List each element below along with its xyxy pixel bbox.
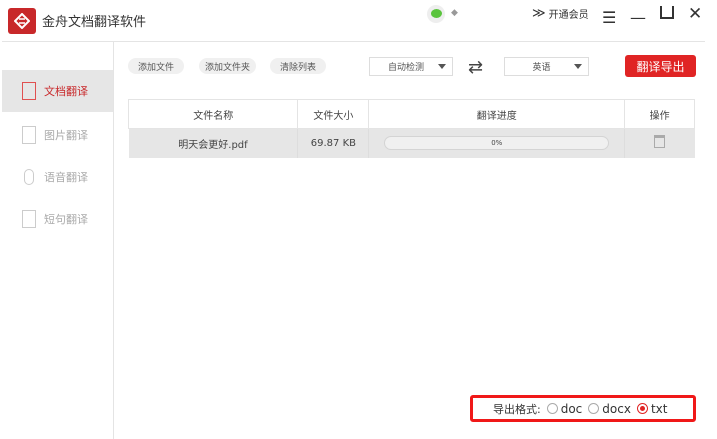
chevron-down-icon bbox=[438, 64, 446, 69]
column-header: 操作 bbox=[624, 99, 695, 129]
target-language-value: 英语 bbox=[532, 63, 551, 73]
sidebar-item-label: 图片翻译 bbox=[44, 129, 88, 142]
export-format-label: 导出格式: bbox=[493, 402, 541, 416]
table-row[interactable]: 明天会更好.pdf 69.87 KB 0% bbox=[128, 128, 695, 158]
column-header: 翻译进度 bbox=[368, 99, 626, 129]
radio-icon bbox=[588, 403, 600, 414]
image-icon bbox=[22, 126, 36, 144]
progress-text: 0% bbox=[491, 139, 503, 148]
column-header: 文件名称 bbox=[127, 99, 299, 129]
divider bbox=[113, 42, 114, 439]
sidebar-item-label: 短句翻译 bbox=[44, 213, 88, 226]
add-folder-button[interactable]: 添加文件夹 bbox=[199, 58, 256, 74]
member-label: 开通会员 bbox=[548, 10, 589, 21]
diamond-icon[interactable]: ◆ bbox=[451, 8, 458, 18]
file-table: 文件名称 文件大小 翻译进度 操作 明天会更好.pdf 69.87 KB 0% bbox=[127, 99, 695, 158]
document-icon bbox=[22, 82, 36, 100]
format-radio-doc[interactable]: doc bbox=[546, 401, 583, 416]
sidebar-item-doc-translate[interactable]: 文档翻译 bbox=[2, 70, 113, 112]
sidebar-item-label: 文档翻译 bbox=[44, 85, 88, 98]
app-logo bbox=[8, 8, 36, 34]
column-header: 文件大小 bbox=[297, 99, 370, 129]
close-button[interactable]: ✕ bbox=[688, 4, 702, 24]
radio-label: docx bbox=[602, 401, 631, 416]
export-format-group: 导出格式: doc docx txt bbox=[470, 395, 696, 422]
chevron-down-icon bbox=[574, 64, 582, 69]
add-file-button[interactable]: 添加文件 bbox=[128, 58, 184, 74]
trash-icon[interactable] bbox=[654, 135, 666, 149]
radio-label: doc bbox=[560, 401, 583, 416]
radio-icon bbox=[546, 403, 558, 414]
target-language-select[interactable]: 英语 bbox=[504, 57, 589, 76]
file-name: 明天会更好.pdf bbox=[128, 128, 299, 158]
source-language-select[interactable]: 自动检测 bbox=[369, 57, 453, 76]
radio-label: txt bbox=[650, 401, 668, 416]
sidebar-item-sentence-translate[interactable]: 短句翻译 bbox=[2, 198, 113, 240]
microphone-icon bbox=[24, 169, 34, 185]
text-icon bbox=[22, 210, 36, 228]
swap-languages-icon[interactable]: ⇄ bbox=[468, 57, 483, 78]
file-size: 69.87 KB bbox=[297, 128, 370, 158]
radio-selected-icon bbox=[636, 403, 648, 414]
clear-list-button[interactable]: 清除列表 bbox=[270, 58, 326, 74]
maximize-button[interactable] bbox=[660, 6, 674, 19]
divider bbox=[2, 41, 705, 42]
vip-icon: ≫ bbox=[532, 6, 546, 21]
format-radio-txt[interactable]: txt bbox=[636, 401, 668, 416]
app-title: 金舟文档翻译软件 bbox=[42, 15, 147, 30]
sidebar-item-image-translate[interactable]: 图片翻译 bbox=[2, 114, 113, 156]
sidebar-item-voice-translate[interactable]: 语音翻译 bbox=[2, 156, 113, 198]
sidebar-item-label: 语音翻译 bbox=[44, 171, 88, 184]
source-language-value: 自动检测 bbox=[387, 63, 424, 73]
translate-export-button[interactable]: 翻译导出 bbox=[625, 55, 696, 77]
wechat-icon[interactable] bbox=[427, 5, 445, 23]
progress-bar: 0% bbox=[384, 136, 610, 151]
format-radio-docx[interactable]: docx bbox=[588, 402, 631, 416]
member-button[interactable]: ≫ 开通会员 bbox=[532, 6, 589, 21]
menu-icon[interactable]: ☰ bbox=[602, 8, 616, 27]
minimize-button[interactable]: — bbox=[630, 8, 646, 27]
